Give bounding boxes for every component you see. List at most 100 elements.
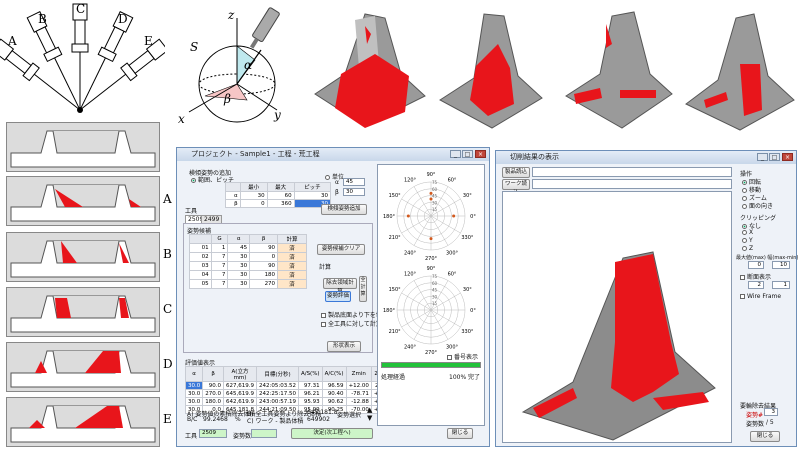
single-alpha-input[interactable]: 45 bbox=[343, 178, 365, 186]
pos-count-label: 姿勢数 bbox=[746, 421, 765, 428]
label-tool-e: E bbox=[144, 34, 153, 48]
show-shape-button[interactable]: 形状表示 bbox=[327, 341, 361, 352]
section-label-b: B bbox=[163, 247, 172, 261]
polar-angle-label: 120° bbox=[404, 178, 417, 184]
viewer-window: 切削結果の表示 _ □ × 製品読込 ワーク読込 操作 回転 移動 ズーム 面の… bbox=[495, 150, 799, 447]
load-work-button[interactable]: ワーク読込 bbox=[502, 179, 530, 196]
section-c bbox=[6, 287, 160, 337]
pos-number-label: 姿勢# bbox=[746, 412, 764, 419]
viewer-window-title: 切削結果の表示 bbox=[510, 153, 559, 161]
clip-x-radio[interactable]: X bbox=[742, 229, 753, 236]
candidate-row: 05 7 30 270 済 bbox=[189, 279, 307, 289]
clip-y-radio[interactable]: Y bbox=[742, 237, 753, 244]
progress-text: 100% 完了 bbox=[449, 374, 481, 381]
project-window-titlebar: プロジェクト - Sample1 - 工程 - 荒工程 _ □ × bbox=[177, 148, 489, 161]
viewer-close-window-button[interactable]: × bbox=[782, 153, 793, 161]
pos-footer-label: 姿勢数 bbox=[233, 433, 252, 440]
polar-angle-label: 150° bbox=[389, 193, 402, 199]
clip-z-radio[interactable]: Z bbox=[742, 245, 753, 252]
polar-point bbox=[429, 197, 433, 201]
product-path-input[interactable] bbox=[532, 167, 732, 177]
polar-ring-label: 75 bbox=[432, 274, 438, 279]
viewer-maximize-button[interactable]: □ bbox=[769, 153, 780, 161]
maxmin-label: 最大値(max) 幅(max-min) bbox=[736, 255, 799, 261]
polar-ring-label: 45 bbox=[432, 288, 438, 293]
section-b-input[interactable]: 1 bbox=[772, 281, 790, 289]
polar-angle-label: 300° bbox=[446, 344, 459, 350]
calc-removal-button[interactable]: 除去領域計算 bbox=[323, 278, 357, 295]
label-z: z bbox=[228, 8, 235, 22]
sum-bc-label: B/C bbox=[187, 416, 198, 423]
op-face-radio[interactable]: 面の向き bbox=[742, 201, 773, 210]
single-beta-input[interactable]: 30 bbox=[343, 188, 365, 196]
viewer-window-titlebar: 切削結果の表示 _ □ × bbox=[496, 151, 796, 164]
eval-row: 30.0 180.0 642,619.9 243:00:57.19 95.93 90.62… bbox=[184, 397, 394, 406]
select-down-arrow[interactable]: ▼ bbox=[367, 414, 372, 422]
label-alpha: α bbox=[244, 58, 253, 72]
decide-button[interactable]: 決定(次工程へ) bbox=[291, 428, 373, 439]
project-window-title: プロジェクト - Sample1 - 工程 - 荒工程 bbox=[191, 150, 320, 158]
polar-angle-label: 120° bbox=[404, 272, 417, 278]
label-tool-d: D bbox=[118, 12, 128, 26]
pos-number-input[interactable]: 3 bbox=[764, 408, 778, 416]
evaluation-table[interactable]: αβA(立方mm)目標(分秒)A/S(%)A/C(%)ZminZmax 30.0… bbox=[184, 366, 394, 414]
3d-viewport[interactable] bbox=[502, 191, 732, 443]
polar-angle-label: 0° bbox=[470, 214, 476, 220]
pos-count-value: / 5 bbox=[766, 419, 774, 426]
label-tool-b: B bbox=[38, 12, 47, 26]
width-input[interactable]: 10 bbox=[772, 261, 790, 269]
polar-angle-label: 90° bbox=[427, 172, 436, 178]
select-up-arrow[interactable]: ▲ bbox=[367, 406, 372, 414]
range-row-beta: β036030 bbox=[225, 199, 332, 208]
polar-plot-lower: 90° 120° 150° 180° 210° 240° 270° 300° 330° 0° 30°… bbox=[383, 266, 476, 356]
section-original bbox=[6, 122, 160, 172]
all-tools-checkbox[interactable]: 全工具に対して計算 bbox=[321, 319, 382, 328]
number-display-checkbox[interactable]: 番号表示 bbox=[447, 352, 478, 361]
polar-angle-label: 270° bbox=[425, 350, 438, 356]
maximize-button[interactable]: □ bbox=[462, 150, 473, 158]
viewer-close-button[interactable]: 閉じる bbox=[750, 431, 780, 442]
section-b bbox=[6, 232, 160, 282]
load-product-button[interactable]: 製品読込 bbox=[502, 167, 530, 178]
calc-all-button[interactable]: 全計算 bbox=[359, 276, 367, 302]
section-a bbox=[6, 176, 160, 226]
calc-label: 計算 bbox=[319, 264, 332, 271]
eval-row: 30.0 90.0 627,619.9 242:05:03.52 97.31 96.59 +… bbox=[184, 381, 394, 390]
polar-plot-upper: 90°120°150°180°210°240°270°300°330°0°30°… bbox=[383, 172, 476, 262]
label-tool-c: C bbox=[76, 2, 86, 16]
close-window-button[interactable]: × bbox=[475, 150, 486, 158]
add-orientation-button[interactable]: 検傾姿勢追加 bbox=[321, 204, 367, 215]
polar-ring-label: 60 bbox=[432, 281, 438, 286]
max-input[interactable]: 0 bbox=[748, 261, 764, 269]
evaluate-button[interactable]: 姿勢評価 bbox=[325, 291, 351, 302]
range-table[interactable]: 最小最大ピッチ α306030 β036030 bbox=[225, 182, 332, 208]
render-view-4 bbox=[685, 13, 795, 131]
tool-c bbox=[71, 3, 89, 108]
tool-orientations-diagram bbox=[0, 3, 165, 113]
polar-angle-label: 60° bbox=[448, 272, 457, 278]
render-view-3 bbox=[565, 11, 673, 129]
section-a-input[interactable]: 2 bbox=[748, 281, 764, 289]
section-label-d: D bbox=[163, 357, 173, 371]
wireframe-checkbox[interactable]: Wire Frame bbox=[740, 293, 781, 300]
clear-candidates-button[interactable]: 姿勢候補クリア bbox=[317, 244, 365, 255]
render-view-1 bbox=[314, 13, 426, 128]
polar-angle-label: 210° bbox=[389, 329, 402, 335]
section-d bbox=[6, 342, 160, 392]
project-window: プロジェクト - Sample1 - 工程 - 荒工程 _ □ × 検傾姿勢の追… bbox=[176, 147, 490, 447]
close-button[interactable]: 閉じる bbox=[447, 428, 473, 439]
polar-angle-label: 0° bbox=[470, 308, 476, 314]
section-display-checkbox[interactable]: 断面表示 bbox=[740, 272, 771, 281]
polar-ring-label: 15 bbox=[432, 301, 438, 306]
polar-angle-label: 300° bbox=[446, 250, 459, 256]
candidate-row: 03 7 30 90 済 bbox=[189, 261, 307, 271]
label-s: S bbox=[190, 40, 199, 54]
candidate-row: 04 7 30 180 済 bbox=[189, 270, 307, 280]
candidates-table[interactable]: Gα β 計算 01 1 45 90 済 02 7 30 0 済 03 7 30 90 済 04 7 30 180… bbox=[189, 234, 307, 289]
viewer-minimize-button[interactable]: _ bbox=[757, 153, 768, 161]
progress-fill bbox=[382, 363, 480, 367]
work-path-input[interactable] bbox=[532, 179, 732, 189]
polar-point bbox=[406, 214, 410, 218]
minimize-button[interactable]: _ bbox=[450, 150, 461, 158]
sum-c-value: 649902 bbox=[307, 416, 330, 423]
